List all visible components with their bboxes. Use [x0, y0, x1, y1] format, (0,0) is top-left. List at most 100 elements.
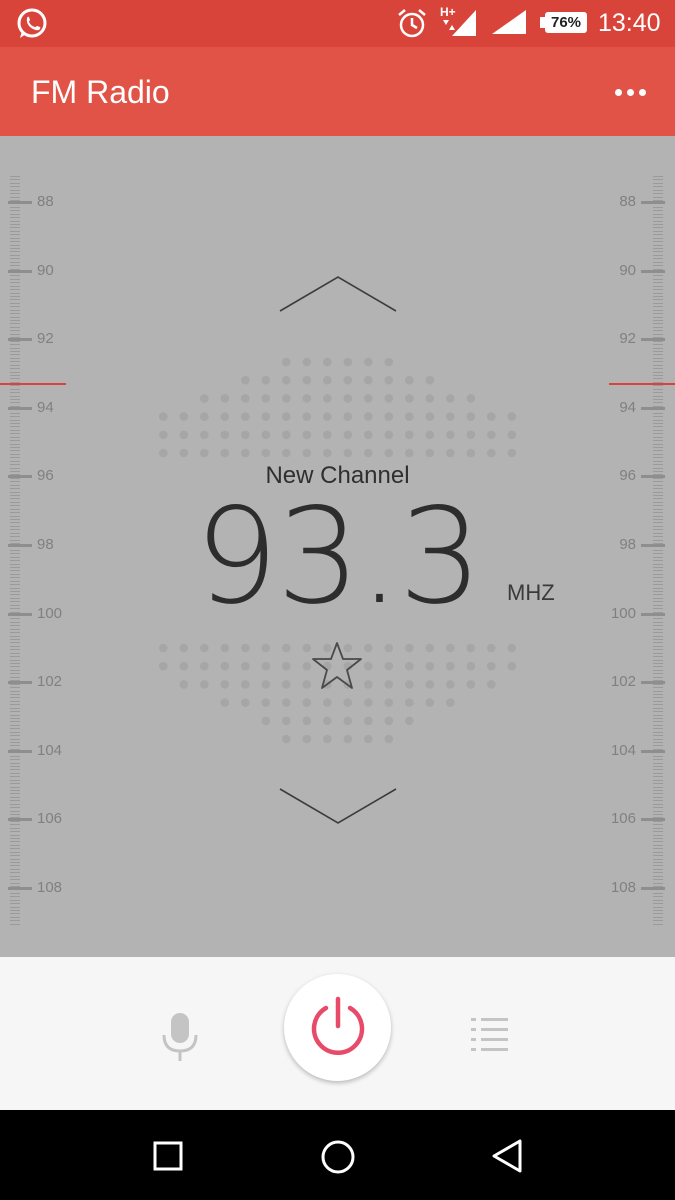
scale-tick — [653, 868, 663, 870]
more-options-button[interactable] — [605, 74, 655, 110]
scale-tick — [10, 649, 20, 651]
pattern-dot — [220, 661, 230, 671]
pattern-dot — [364, 716, 373, 726]
pattern-dot — [384, 448, 394, 458]
scale-tick — [653, 398, 663, 400]
scale-tick — [10, 416, 20, 418]
scale-tick — [653, 642, 663, 644]
scale-tick — [653, 628, 663, 630]
scale-tick — [10, 248, 20, 250]
scale-tick — [653, 292, 663, 294]
scale-label: 88 — [619, 193, 636, 210]
pattern-dot — [384, 375, 394, 385]
pattern-dot — [179, 448, 189, 458]
pattern-dot — [364, 698, 373, 707]
pattern-dot — [364, 412, 373, 421]
scale-tick — [653, 258, 663, 260]
scale-tick — [10, 176, 20, 177]
scale-tick — [653, 344, 663, 346]
pattern-dot — [405, 430, 414, 440]
scale-tick — [653, 916, 663, 918]
pattern-dot — [159, 643, 168, 653]
scale-tick — [10, 186, 20, 188]
pattern-dot — [323, 357, 332, 367]
scale-tick — [653, 837, 663, 839]
pattern-dot — [282, 357, 291, 367]
recent-apps-icon[interactable] — [150, 1138, 186, 1174]
seek-up-button[interactable] — [278, 274, 398, 314]
back-icon[interactable] — [488, 1136, 526, 1176]
scale-tick — [653, 330, 663, 332]
scale-tick — [10, 395, 20, 397]
pattern-dot — [261, 643, 271, 653]
pattern-dot — [364, 448, 373, 458]
scale-tick — [10, 282, 20, 284]
scale-tick — [653, 224, 663, 226]
scale-tick — [10, 724, 20, 726]
scale-tick — [10, 450, 20, 452]
pattern-dot — [405, 448, 414, 458]
scale-tick — [653, 282, 663, 284]
pattern-dot — [302, 716, 312, 726]
scale-label: 92 — [619, 330, 636, 348]
whatsapp-icon — [17, 8, 47, 38]
seek-down-button[interactable] — [278, 786, 398, 826]
pattern-dot — [220, 448, 230, 458]
scale-tick — [653, 217, 663, 219]
scale-tick — [653, 862, 663, 863]
pattern-dot — [343, 698, 353, 707]
pattern-dot — [384, 394, 394, 403]
home-icon[interactable] — [318, 1137, 358, 1177]
scale-tick — [10, 687, 20, 689]
scale-tick — [10, 693, 20, 695]
scale-tick — [10, 717, 20, 719]
tuning-indicator-left — [0, 383, 66, 385]
pattern-dot — [241, 375, 250, 385]
pattern-dot — [446, 430, 455, 440]
scale-tick — [653, 350, 663, 352]
scale-major-tick — [641, 887, 665, 890]
scale-tick — [653, 714, 663, 716]
scale-tick — [10, 350, 20, 352]
microphone-icon[interactable] — [160, 1011, 200, 1063]
scale-label: 108 — [37, 879, 63, 896]
pattern-dot — [364, 734, 373, 744]
scale-tick — [10, 412, 20, 414]
scale-tick — [653, 254, 663, 256]
tuner-panel[interactable]: 88 90 92 94 96 98 100 102 104 106 108 88 90 92 94 96 98… — [0, 136, 675, 957]
pattern-dot — [466, 394, 476, 403]
scale-tick — [653, 313, 663, 315]
scale-tick — [653, 772, 663, 774]
scale-tick — [653, 639, 663, 641]
scale-tick — [653, 803, 663, 805]
scale-tick — [10, 776, 20, 778]
scale-label: 104 — [610, 741, 636, 759]
scale-tick — [653, 433, 663, 435]
pattern-dot — [323, 394, 332, 403]
pattern-dot — [200, 643, 209, 653]
scale-tick — [653, 193, 663, 195]
scale-label: 102 — [610, 673, 636, 691]
scale-major-tick — [8, 269, 32, 273]
scale-tick — [10, 299, 20, 301]
pattern-dot — [241, 661, 250, 671]
scale-major-tick — [8, 818, 32, 822]
pattern-dot — [220, 412, 230, 421]
scale-major-tick — [641, 818, 665, 822]
scale-tick — [10, 285, 20, 287]
scale-tick — [10, 813, 20, 815]
scale-tick — [10, 666, 20, 668]
scale-tick — [653, 807, 663, 809]
favorite-star-icon[interactable] — [310, 640, 364, 692]
scale-tick — [10, 224, 20, 226]
pattern-dot — [343, 394, 353, 403]
station-list-icon[interactable] — [470, 1017, 510, 1051]
power-button[interactable] — [284, 974, 391, 1081]
battery-level: 76% — [550, 14, 582, 31]
pattern-dot — [302, 698, 312, 707]
scale-label: 102 — [37, 673, 63, 691]
scale-tick — [10, 217, 20, 219]
scale-tick — [653, 735, 663, 737]
scale-tick — [653, 659, 663, 661]
pattern-dot — [241, 430, 250, 440]
